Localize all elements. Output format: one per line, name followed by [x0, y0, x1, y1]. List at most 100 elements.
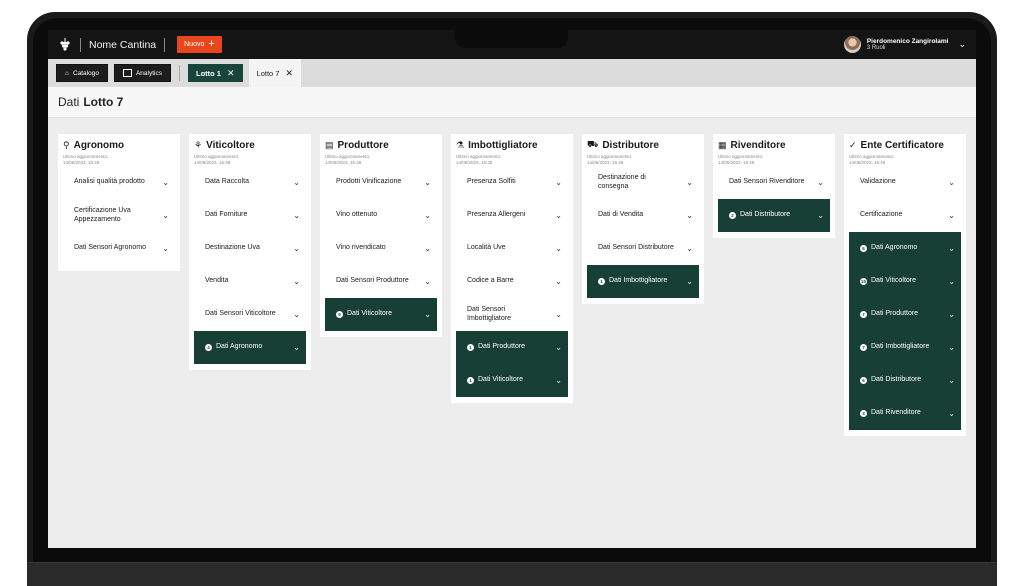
item-label-wrap: Prodotti Vinificazione — [336, 178, 401, 186]
column-imbottigliatore: ⚗ Imbottigliatore Ultimo aggiornamento: 14/… — [451, 134, 573, 403]
tab-lotto-1[interactable]: Lotto 1 ✕ — [187, 64, 243, 82]
accordion-item[interactable]: Destinazione Uva ⌄ — [194, 232, 306, 265]
accordion-item[interactable]: Analisi qualità prodotto ⌄ — [63, 166, 175, 199]
accordion-item[interactable]: Certificazione Uva Appezzamento ⌄ — [63, 199, 175, 232]
accordion-item[interactable]: Destinazione di consegna ⌄ — [587, 166, 699, 199]
accordion-item[interactable]: 7 Dati Produttore ⌄ — [849, 298, 961, 331]
item-label: Dati Produttore — [478, 343, 526, 351]
item-label-wrap: Presenza Allergeni — [467, 211, 525, 219]
ente-certificatore-icon: ✓ — [849, 139, 857, 150]
chevron-down-icon: ⌄ — [686, 210, 693, 220]
accordion-item[interactable]: Presenza Allergeni ⌄ — [456, 199, 568, 232]
column-title: Rivenditore — [730, 139, 786, 151]
chevron-down-icon: ⌄ — [555, 342, 562, 352]
count-badge: 15 — [860, 277, 867, 285]
last-update: Ultimo aggiornamento: 14/06/2023, 15:48 — [194, 154, 306, 166]
accordion-item[interactable]: Dati Sensori Distributore ⌄ — [587, 232, 699, 265]
chevron-down-icon: ⌄ — [948, 210, 955, 220]
chevron-down-icon: ⌄ — [424, 309, 431, 319]
accordion-item[interactable]: 1 Dati Viticoltore ⌄ — [456, 364, 568, 397]
item-label-wrap: Dati Sensori Imbottigliatore — [467, 306, 547, 322]
accordion-item[interactable]: Certificazione ⌄ — [849, 199, 961, 232]
page-title: Dati Lotto 7 — [48, 87, 976, 118]
new-button[interactable]: Nuovo + — [177, 36, 222, 53]
accordion-item[interactable]: Vendita ⌄ — [194, 265, 306, 298]
item-label-wrap: Vendita — [205, 277, 228, 285]
item-label: Dati Distributore — [871, 376, 922, 384]
accordion-item[interactable]: Data Raccolta ⌄ — [194, 166, 306, 199]
analytics-label: Analytics — [135, 69, 162, 77]
chevron-down-icon: ⌄ — [555, 177, 562, 187]
chevron-down-icon: ⌄ — [555, 375, 562, 385]
accordion-item[interactable]: Vino rivendicato ⌄ — [325, 232, 437, 265]
grape-logo-icon[interactable] — [58, 36, 72, 54]
accordion-item[interactable]: Dati di Vendita ⌄ — [587, 199, 699, 232]
chevron-down-icon: ⌄ — [686, 243, 693, 253]
column-header: ⛟ Distributore — [587, 139, 699, 151]
catalog-button[interactable]: ⌂ Catalogo — [56, 64, 108, 82]
accordion-item[interactable]: Località Uve ⌄ — [456, 232, 568, 265]
item-label: Dati Sensori Imbottigliatore — [467, 306, 511, 322]
column-header: ⚗ Imbottigliatore — [456, 139, 568, 151]
chevron-down-icon: ⌄ — [424, 276, 431, 286]
column-title: Ente Certificatore — [860, 139, 944, 151]
item-label: Vino ottenuto — [336, 211, 378, 219]
item-label-wrap: Dati Sensori Produttore — [336, 277, 409, 285]
column-header: ▦ Rivenditore — [718, 139, 830, 151]
item-label-wrap: 1 Dati Produttore — [467, 343, 525, 351]
accordion-item[interactable]: 1 Dati Produttore ⌄ — [456, 331, 568, 364]
accordion-item[interactable]: 15 Dati Viticoltore ⌄ — [849, 265, 961, 298]
accordion-item[interactable]: 6 Dati Agronomo ⌄ — [849, 232, 961, 265]
item-label: Certificazione Uva Appezzamento — [74, 207, 131, 223]
chevron-down-icon: ⌄ — [293, 243, 300, 253]
accordion-item[interactable]: Dati Sensori Rivenditore ⌄ — [718, 166, 830, 199]
item-label: Prodotti Vinificazione — [336, 178, 402, 186]
accordion-item[interactable]: 7 Dati Imbottigliatore ⌄ — [849, 331, 961, 364]
accordion-item[interactable]: 5 Dati Viticoltore ⌄ — [325, 298, 437, 331]
accordion-item[interactable]: Prodotti Vinificazione ⌄ — [325, 166, 437, 199]
accordion-item[interactable]: Validazione ⌄ — [849, 166, 961, 199]
accordion-item[interactable]: 1 Dati Imbottigliatore ⌄ — [587, 265, 699, 298]
item-label: Analisi qualità prodotto — [74, 178, 145, 186]
accordion-item[interactable]: Vino ottenuto ⌄ — [325, 199, 437, 232]
accordion-item[interactable]: 3 Dati Rivenditore ⌄ — [849, 397, 961, 430]
accordion-item[interactable]: 4 Dati Agronomo ⌄ — [194, 331, 306, 364]
accordion-item[interactable]: Dati Sensori Produttore ⌄ — [325, 265, 437, 298]
accordion-item[interactable]: Dati Forniture ⌄ — [194, 199, 306, 232]
chevron-down-icon: ⌄ — [293, 309, 300, 319]
chevron-down-icon: ⌄ — [948, 342, 955, 352]
item-label-wrap: Presenza Solfiti — [467, 178, 516, 186]
analytics-button[interactable]: Analytics — [113, 64, 171, 82]
chevron-down-icon: ⌄ — [293, 342, 300, 352]
item-label: Località Uve — [467, 244, 506, 252]
item-label-wrap: 2 Dati Distributore — [729, 211, 790, 219]
item-label: Codice a Barre — [467, 277, 514, 285]
item-label-wrap: Dati Sensori Agronomo — [74, 244, 146, 252]
chevron-down-icon: ⌄ — [555, 276, 562, 286]
column-header: ▤ Produttore — [325, 139, 437, 151]
accordion-item[interactable]: Dati Sensori Agronomo ⌄ — [63, 232, 175, 265]
accordion-item[interactable]: 2 Dati Distributore ⌄ — [718, 199, 830, 232]
tab-label: Lotto 1 — [195, 68, 221, 78]
produttore-icon: ▤ — [325, 139, 334, 150]
item-label-wrap: 6 Dati Distributore — [860, 376, 921, 384]
accordion-item[interactable]: Codice a Barre ⌄ — [456, 265, 568, 298]
accordion-item[interactable]: Dati Sensori Imbottigliatore ⌄ — [456, 298, 568, 331]
tab-lotto-7[interactable]: Lotto 7 ✕ — [248, 59, 302, 87]
rivenditore-icon: ▦ — [718, 139, 727, 150]
chevron-down-icon: ⌄ — [424, 210, 431, 220]
accordion-item[interactable]: Presenza Solfiti ⌄ — [456, 166, 568, 199]
accordion-item[interactable]: Dati Sensori Viticoltore ⌄ — [194, 298, 306, 331]
item-label: Vino rivendicato — [336, 244, 386, 252]
chevron-down-icon: ⌄ — [555, 243, 562, 253]
user-menu[interactable]: Pierdomenico Zangirolami 3 Ruoli ⌄ — [843, 36, 966, 53]
laptop-base — [27, 562, 997, 586]
imbottigliatore-icon: ⚗ — [456, 139, 465, 150]
chevron-down-icon: ⌄ — [817, 177, 824, 187]
close-icon[interactable]: ✕ — [227, 68, 235, 79]
last-update: Ultimo aggiornamento: 14/06/2023, 15:48 — [718, 154, 830, 166]
item-label-wrap: 5 Dati Viticoltore — [336, 310, 392, 318]
close-icon[interactable]: ✕ — [285, 68, 293, 79]
item-label-wrap: Dati di Vendita — [598, 211, 643, 219]
accordion-item[interactable]: 6 Dati Distributore ⌄ — [849, 364, 961, 397]
